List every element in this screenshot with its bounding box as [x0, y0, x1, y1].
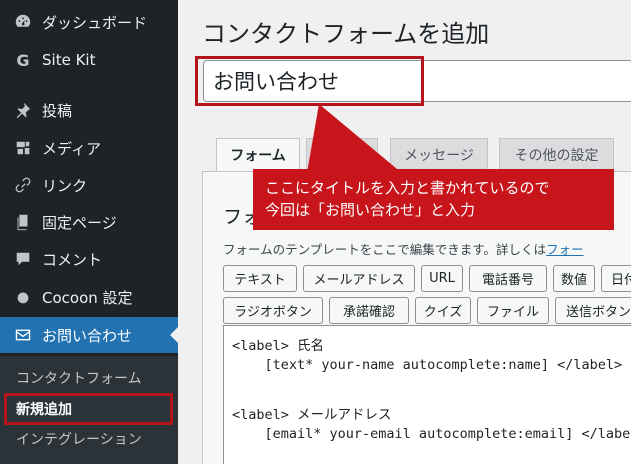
highlight-add-new-box	[4, 393, 173, 425]
sidebar-item-cocoon[interactable]: Cocoon 設定	[0, 279, 178, 315]
form-template-editor[interactable]: <label> 氏名 [text* your-name autocomplete…	[223, 325, 631, 464]
sidebar-item-label: お問い合わせ	[42, 326, 133, 345]
tag-button-date[interactable]: 日付	[601, 265, 631, 292]
page-title: コンタクトフォームを追加	[202, 20, 490, 48]
sidebar-item-label: メディア	[42, 139, 101, 158]
tag-button-submit[interactable]: 送信ボタン	[555, 297, 631, 324]
sidebar-item-label: 固定ページ	[42, 213, 117, 232]
sidebar-item-dashboard[interactable]: ダッシュボード	[0, 4, 178, 40]
submenu-item-integration[interactable]: インテグレーション	[16, 429, 142, 449]
sidebar-item-pages[interactable]: 固定ページ	[0, 204, 178, 240]
code-line: <label> 氏名	[232, 338, 325, 354]
highlight-title-box	[195, 56, 424, 106]
circle-icon	[12, 286, 34, 308]
sidebar-item-label: リンク	[42, 176, 88, 195]
google-g-icon: G	[16, 50, 30, 70]
tag-button-number[interactable]: 数値	[553, 265, 595, 292]
sidebar-item-comments[interactable]: コメント	[0, 241, 178, 277]
panel-description-text: フォームのテンプレートをここで編集できます。詳しくは	[223, 242, 547, 257]
admin-sidebar: ダッシュボード G Site Kit 投稿 メディア リンク 固定ページ コメン…	[0, 0, 178, 464]
tab-form[interactable]: フォーム	[216, 138, 300, 172]
mail-icon	[12, 324, 34, 346]
sidebar-item-media[interactable]: メディア	[0, 130, 178, 166]
callout-line-1: ここにタイトルを入力と書かれているので	[265, 179, 550, 197]
tag-button-tel[interactable]: 電話番号	[469, 265, 547, 292]
tag-button-acceptance[interactable]: 承諾確認	[329, 297, 409, 324]
tab-other-settings[interactable]: その他の設定	[499, 138, 614, 172]
submenu-item-contact-forms[interactable]: コンタクトフォーム	[16, 368, 142, 388]
code-line: <label> メールアドレス	[232, 407, 392, 423]
tag-button-radio[interactable]: ラジオボタン	[223, 297, 323, 324]
tag-button-email[interactable]: メールアドレス	[303, 265, 415, 292]
tag-button-file[interactable]: ファイル	[477, 297, 549, 324]
link-icon	[12, 174, 34, 196]
sidebar-item-site-kit[interactable]: G Site Kit	[0, 42, 178, 78]
pin-icon	[12, 99, 34, 121]
sidebar-item-posts[interactable]: 投稿	[0, 92, 178, 128]
sidebar-item-links[interactable]: リンク	[0, 167, 178, 203]
annotation-callout: ここにタイトルを入力と書かれているので 今回は「お問い合わせ」と入力	[253, 169, 614, 230]
sidebar-item-label: 投稿	[42, 101, 73, 120]
active-indicator	[170, 327, 178, 343]
tag-button-quiz[interactable]: クイズ	[415, 297, 471, 324]
sidebar-item-contact[interactable]: お問い合わせ	[0, 317, 178, 353]
sidebar-item-label: Cocoon 設定	[42, 288, 133, 307]
comment-icon	[12, 248, 34, 270]
code-line: [text* your-name autocomplete:name] </la…	[232, 357, 623, 373]
media-icon	[12, 137, 34, 159]
sidebar-item-label: コメント	[42, 250, 103, 269]
page-icon	[12, 211, 34, 233]
tag-button-text[interactable]: テキスト	[223, 265, 297, 292]
docs-link[interactable]: フォー	[546, 242, 584, 257]
panel-description: フォームのテンプレートをここで編集できます。詳しくはフォー	[223, 239, 584, 258]
dashboard-icon	[12, 11, 34, 33]
tag-button-url[interactable]: URL	[421, 265, 463, 292]
sidebar-item-label: Site Kit	[42, 51, 96, 69]
callout-line-2: 今回は「お問い合わせ」と入力	[265, 201, 476, 219]
sidebar-item-label: ダッシュボード	[42, 13, 148, 32]
code-line: [email* your-email autocomplete:email] <…	[232, 426, 631, 442]
screen: ダッシュボード G Site Kit 投稿 メディア リンク 固定ページ コメン…	[0, 0, 631, 464]
